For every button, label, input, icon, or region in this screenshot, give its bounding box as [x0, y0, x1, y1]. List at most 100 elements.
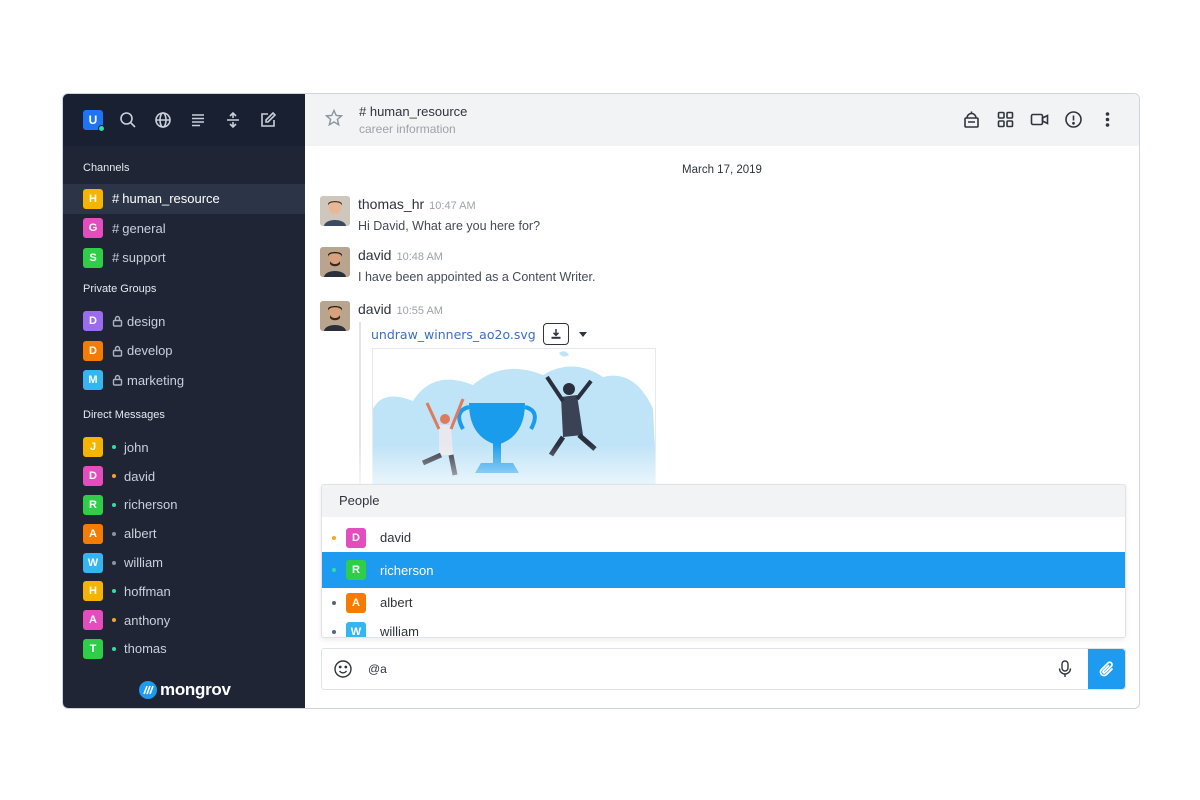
user-photo[interactable]: [320, 247, 350, 277]
person-option-richerson[interactable]: R richerson: [322, 552, 1125, 589]
popup-title: People: [322, 485, 1125, 517]
channel-item-support[interactable]: S # support: [63, 243, 305, 273]
person-name: albert: [380, 595, 413, 611]
person-option-albert[interactable]: A albert: [322, 588, 1125, 617]
status-dot-icon: [112, 646, 116, 651]
kebab-menu-icon[interactable]: [1098, 110, 1117, 129]
paperclip-icon: [1099, 661, 1113, 677]
microphone-icon[interactable]: [1055, 659, 1075, 679]
user-avatar: T: [83, 638, 103, 659]
info-icon[interactable]: [1064, 110, 1083, 129]
dm-label: hoffman: [124, 583, 171, 599]
dm-item-john[interactable]: J john: [63, 433, 305, 462]
channel-item-human-resource[interactable]: H # human_resource: [63, 184, 305, 214]
attach-button[interactable]: [1088, 649, 1125, 689]
mongrov-logo-icon: [139, 681, 157, 699]
search-icon[interactable]: [119, 111, 137, 129]
dm-item-william[interactable]: W william: [63, 548, 305, 577]
status-dot-icon: [332, 629, 336, 634]
room-header: # human_resource career information: [305, 94, 1139, 146]
status-dot-icon: [112, 502, 116, 507]
user-avatar: D: [83, 466, 103, 487]
channels-title: Channels: [83, 162, 130, 174]
private-groups-title: Private Groups: [83, 282, 157, 295]
file-link[interactable]: undraw_winners_ao2o.svg: [371, 327, 536, 342]
message-input[interactable]: [368, 662, 1055, 676]
group-label: marketing: [127, 372, 185, 388]
list-icon[interactable]: [189, 111, 207, 129]
group-item-develop[interactable]: D develop: [63, 336, 305, 366]
app-window: U Channels H # human_resource G # genera…: [62, 93, 1140, 709]
hash-icon: #: [112, 220, 120, 236]
dm-label: john: [124, 439, 149, 455]
emoji-icon[interactable]: [333, 659, 353, 679]
lock-icon: [112, 315, 123, 327]
status-dot-icon: [112, 589, 116, 594]
edit-icon[interactable]: [259, 111, 277, 129]
dm-item-albert[interactable]: A albert: [63, 519, 305, 548]
people-list: D david R richerson A albert W william: [322, 517, 1125, 638]
dm-label: william: [124, 555, 163, 571]
dm-item-richerson[interactable]: R richerson: [63, 491, 305, 520]
download-icon[interactable]: [542, 323, 569, 345]
dm-item-david[interactable]: D david: [63, 462, 305, 491]
apps-grid-icon[interactable]: [996, 110, 1015, 129]
sidebar: U Channels H # human_resource G # genera…: [63, 94, 305, 708]
room-title: # human_resource: [359, 104, 468, 119]
channel-label: general: [122, 220, 166, 236]
person-option-david[interactable]: D david: [322, 523, 1125, 552]
user-avatar[interactable]: U: [83, 110, 105, 132]
group-avatar: D: [83, 340, 103, 361]
hash-icon: #: [112, 250, 120, 266]
user-avatar: W: [346, 621, 366, 637]
sort-icon[interactable]: [224, 111, 242, 129]
person-option-william[interactable]: W william: [322, 617, 1125, 638]
direct-messages-title: Direct Messages: [83, 409, 165, 421]
user-photo[interactable]: [320, 301, 350, 331]
channel-avatar: S: [83, 247, 103, 268]
bot-icon[interactable]: [962, 110, 981, 129]
globe-icon[interactable]: [154, 111, 172, 129]
user-avatar: J: [83, 437, 103, 458]
dm-label: david: [124, 468, 156, 484]
channel-label: support: [122, 250, 166, 266]
user-avatar: R: [83, 494, 103, 515]
hash-icon: #: [112, 191, 120, 207]
dm-item-thomas[interactable]: T thomas: [63, 635, 305, 664]
message-username[interactable]: david: [358, 247, 391, 263]
channel-item-general[interactable]: G # general: [63, 214, 305, 244]
star-icon[interactable]: [324, 108, 344, 132]
user-avatar: W: [83, 552, 103, 573]
group-label: develop: [127, 343, 173, 359]
message-username[interactable]: david: [358, 301, 391, 317]
dm-item-anthony[interactable]: A anthony: [63, 606, 305, 635]
person-name: william: [380, 624, 419, 638]
message-text: Hi David, What are you here for?: [358, 219, 541, 233]
group-item-marketing[interactable]: M marketing: [63, 366, 305, 396]
dm-item-hoffman[interactable]: H hoffman: [63, 577, 305, 606]
message: thomas_hr 10:47 AM Hi David, What are you…: [320, 196, 540, 233]
chat-main: # human_resource career information Marc…: [305, 94, 1139, 708]
group-item-design[interactable]: D design: [63, 307, 305, 337]
chevron-down-icon[interactable]: [578, 331, 587, 337]
lock-icon: [112, 345, 123, 357]
online-status-icon: [98, 125, 105, 132]
status-dot-icon: [112, 618, 116, 623]
message-content: david 10:48 AM I have been appointed as a…: [358, 247, 595, 284]
video-call-icon[interactable]: [1030, 110, 1049, 129]
sidebar-toolbar: U: [63, 94, 305, 146]
person-name: richerson: [380, 562, 434, 578]
brand-name: mongrov: [160, 680, 231, 699]
file-row: undraw_winners_ao2o.svg: [370, 322, 659, 346]
message-username[interactable]: thomas_hr: [358, 196, 424, 212]
channel-list: H # human_resource G # general S # suppo…: [63, 184, 305, 273]
dm-label: richerson: [124, 497, 178, 513]
user-photo[interactable]: [320, 196, 350, 226]
channel-avatar: H: [83, 188, 103, 209]
user-avatar: R: [346, 560, 366, 581]
dm-label: thomas: [124, 641, 167, 657]
group-label: design: [127, 313, 166, 329]
header-actions: [962, 110, 1117, 129]
group-avatar: D: [83, 311, 103, 332]
status-dot-icon: [332, 600, 336, 605]
